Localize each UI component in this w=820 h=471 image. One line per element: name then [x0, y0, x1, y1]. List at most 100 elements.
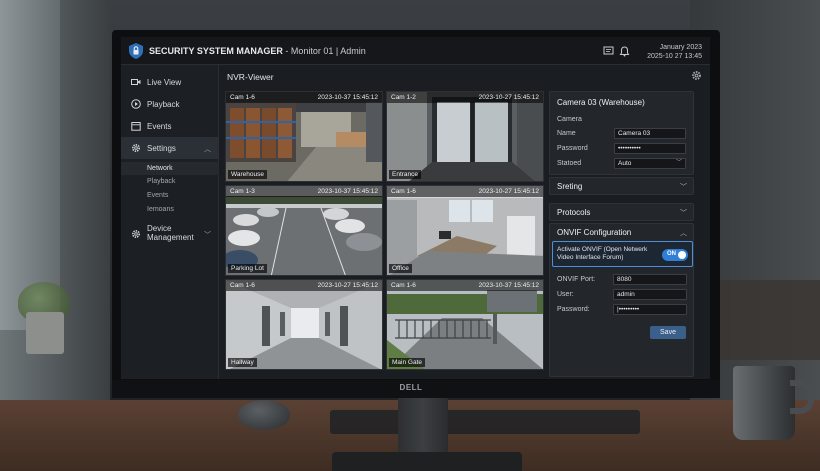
camera-timestamp: 2023-10-37 15:45:12: [478, 282, 539, 289]
name-input[interactable]: Camera 03: [614, 128, 686, 139]
onvif-activate-row: Activate ONVIF (Open Netwerk Video Inter…: [552, 241, 693, 267]
onvif-toggle[interactable]: ON: [662, 249, 688, 261]
sidebar-subitem-other[interactable]: Iemoans: [147, 206, 174, 213]
chevron-down-icon: ﹀: [675, 160, 682, 166]
app-title: SECURITY SYSTEM MANAGER - Monitor 01 | A…: [149, 46, 366, 56]
password-input[interactable]: ••••••••••: [614, 143, 686, 154]
camera-label: Entrance: [389, 170, 422, 179]
camera-timestamp: 2023-10-27 15:45:12: [478, 188, 539, 195]
camera-label: Warehouse: [228, 170, 267, 179]
coffee-mug-handle: [790, 380, 814, 414]
sidebar-subitem-playback[interactable]: Playback: [147, 178, 175, 185]
status-select[interactable]: Auto ﹀: [614, 158, 686, 169]
chevron-up-icon[interactable]: ︿: [680, 228, 687, 238]
sidebar-item-settings[interactable]: Settings ︿: [121, 137, 219, 159]
shield-icon: [129, 43, 143, 59]
sidebar-item-label: Settings: [147, 144, 176, 153]
camera-feed-parking-lot: [226, 186, 382, 275]
password-label: Password: [557, 145, 588, 152]
camera-timestamp: 2023-10-37 15:45:12: [317, 188, 378, 195]
onvif-port-input[interactable]: 8080: [613, 274, 687, 285]
camera-name: Cam 1-2: [391, 94, 416, 101]
onvif-activate-label: Activate ONVIF (Open Netwerk Video Inter…: [557, 246, 648, 261]
gear-icon: [131, 143, 141, 153]
sidebar-item-device-management[interactable]: Device Management ﹀: [121, 221, 219, 247]
page-title: NVR-Viewer: [227, 72, 274, 82]
chevron-down-icon: ﹀: [680, 184, 687, 191]
camera-header: Cam 1-6 2023-10-27 15:45:12: [387, 186, 543, 197]
onvif-user-label: User:: [557, 291, 574, 298]
camera-feed-warehouse: [226, 92, 382, 181]
camera-label: Parking Lot: [228, 264, 267, 273]
camera-name: Cam 1-6: [391, 188, 416, 195]
streaming-section-title: Sreting: [557, 182, 583, 191]
camera-label: Office: [389, 264, 412, 273]
camera-name: Cam 1-6: [391, 282, 416, 289]
date-line-1: January 2023: [659, 44, 702, 51]
camera-grid: Cam 1-6 2023-10-37 15:45:12 Warehouse Cam…: [225, 91, 545, 377]
sidebar-item-label: Live View: [147, 78, 182, 87]
app-title-text: SECURITY SYSTEM MANAGER: [149, 46, 283, 56]
background-window: [0, 0, 60, 330]
camera-timestamp: 2023-10-37 15:45:12: [317, 94, 378, 101]
camera-name: Cam 1-3: [230, 188, 255, 195]
camera-name: Cam 1-6: [230, 94, 255, 101]
screen: SECURITY SYSTEM MANAGER - Monitor 01 | A…: [121, 37, 710, 379]
camera-name: Cam 1-6: [230, 282, 255, 289]
calendar-icon: [131, 122, 141, 131]
monitor-brand-logo: DELL: [399, 383, 423, 392]
sidebar-item-events[interactable]: Events: [121, 115, 219, 137]
camera-header: Cam 1-3 2023-10-37 15:45:12: [226, 186, 382, 197]
sidebar-subitem-events[interactable]: Events: [147, 192, 168, 199]
protocols-section[interactable]: Protocols ﹀: [549, 203, 694, 221]
camera-timestamp: 2023-10-27 15:45:12: [478, 94, 539, 101]
bell-icon[interactable]: [619, 46, 630, 57]
main-header: NVR-Viewer: [219, 65, 710, 87]
computer-mouse: [238, 400, 290, 430]
monitor-stand-neck: [398, 398, 448, 458]
camera-timestamp: 2023-10-27 15:45:12: [317, 282, 378, 289]
onvif-toggle-knob: [678, 251, 686, 259]
camera-tile-office[interactable]: Cam 1-6 2023-10-27 15:45:12 Office: [386, 185, 544, 276]
status-label: Statoed: [557, 160, 582, 167]
onvif-password-label: Password:: [557, 306, 590, 313]
onvif-port-label: ONVIF Port:: [557, 276, 596, 283]
onvif-section-title: ONVIF Configuration: [557, 228, 632, 237]
sidebar-item-label: Events: [147, 122, 172, 131]
sidebar-subitem-network[interactable]: Network: [121, 162, 219, 175]
sidebar-item-playback[interactable]: Playback: [121, 93, 219, 115]
settings-panel: Camera 03 (Warehouse) Camera Name Camera…: [549, 91, 694, 377]
onvif-password-input[interactable]: |•••••••••: [613, 304, 687, 315]
camera-feed-office: [387, 186, 543, 275]
date-line-2: 2025-10 27 13:45: [647, 53, 702, 60]
camera-tile-hallway[interactable]: Cam 1-6 2023-10-27 15:45:12 Hallway: [225, 279, 383, 370]
camera-tile-entrance[interactable]: Cam 1-2 2023-10-27 15:45:12 Entrance: [386, 91, 544, 182]
streaming-section[interactable]: Sreting ﹀: [549, 177, 694, 195]
chevron-down-icon: ﹀: [204, 232, 211, 239]
sidebar-item-label: Playback: [147, 100, 180, 109]
keyboard: [330, 410, 640, 434]
date-time-display: January 2023 2025-10 27 13:45: [647, 43, 702, 61]
camera-label: Main Gate: [389, 358, 425, 367]
camera-settings-title: Camera 03 (Warehouse): [557, 98, 645, 107]
onvif-user-input[interactable]: admin: [613, 289, 687, 300]
chevron-up-icon: ︿: [204, 146, 211, 153]
camera-tile-parking-lot[interactable]: Cam 1-3 2023-10-37 15:45:12 Parking Lot: [225, 185, 383, 276]
save-button[interactable]: Save: [650, 326, 686, 339]
camera-label: Hallway: [228, 358, 257, 367]
app-subtitle: - Monitor 01 | Admin: [282, 46, 366, 56]
play-circle-icon: [131, 99, 141, 109]
message-icon[interactable]: [603, 46, 614, 57]
onvif-toggle-label: ON: [667, 251, 676, 257]
gear-icon[interactable]: [691, 70, 702, 81]
name-label: Name: [557, 130, 576, 137]
camera-tile-warehouse[interactable]: Cam 1-6 2023-10-37 15:45:12 Warehouse: [225, 91, 383, 182]
video-camera-icon: [131, 79, 141, 85]
sidebar-item-live-view[interactable]: Live View: [121, 71, 219, 93]
camera-section-label: Camera: [557, 116, 582, 123]
camera-feed-entrance: [387, 92, 543, 181]
camera-feed-hallway: [226, 280, 382, 369]
camera-tile-main-gate[interactable]: Cam 1-6 2023-10-37 15:45:12 Main Gate: [386, 279, 544, 370]
coffee-mug: [733, 366, 795, 440]
camera-header: Cam 1-6 2023-10-27 15:45:12: [226, 280, 382, 291]
